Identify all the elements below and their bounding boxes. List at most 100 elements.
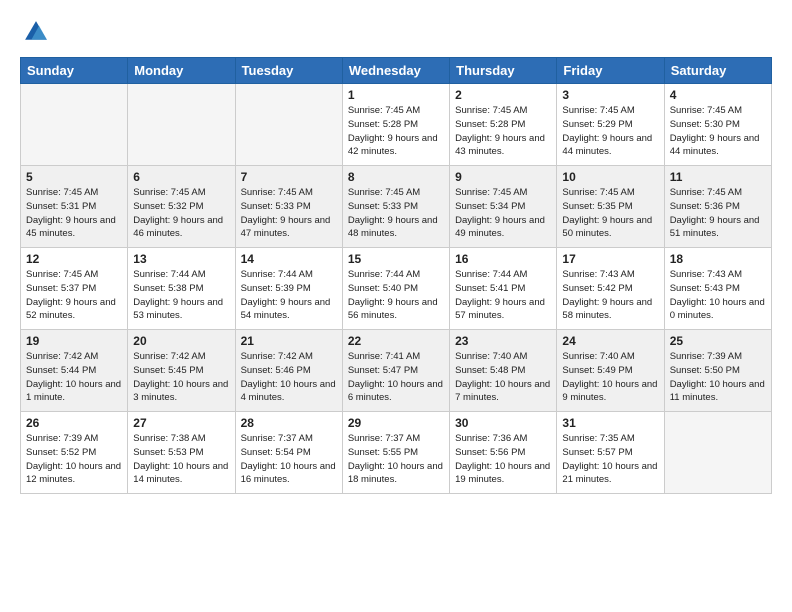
week-row-1: 1 Sunrise: 7:45 AMSunset: 5:28 PMDaylight… — [21, 84, 772, 166]
week-row-2: 5 Sunrise: 7:45 AMSunset: 5:31 PMDaylight… — [21, 166, 772, 248]
day-number: 2 — [455, 88, 551, 102]
weekday-header-friday: Friday — [557, 58, 664, 84]
calendar-cell — [21, 84, 128, 166]
calendar-cell: 27Sunrise: 7:38 AMSunset: 5:53 PMDayligh… — [128, 412, 235, 494]
week-row-4: 19 Sunrise: 7:42 AMSunset: 5:44 PMDayligh… — [21, 330, 772, 412]
calendar-cell: 20Sunrise: 7:42 AMSunset: 5:45 PMDayligh… — [128, 330, 235, 412]
day-number: 29 — [348, 416, 444, 430]
day-number: 11 — [670, 170, 766, 184]
calendar-cell — [128, 84, 235, 166]
day-info: Sunrise: 7:38 AMSunset: 5:53 PMDaylight:… — [133, 432, 229, 487]
day-info: Sunrise: 7:45 AMSunset: 5:28 PMDaylight:… — [348, 104, 444, 159]
day-number: 30 — [455, 416, 551, 430]
day-info: Sunrise: 7:36 AMSunset: 5:56 PMDaylight:… — [455, 432, 551, 487]
weekday-header-tuesday: Tuesday — [235, 58, 342, 84]
calendar-cell: 14Sunrise: 7:44 AMSunset: 5:39 PMDayligh… — [235, 248, 342, 330]
day-info: Sunrise: 7:43 AMSunset: 5:42 PMDaylight:… — [562, 268, 658, 323]
calendar-table: SundayMondayTuesdayWednesdayThursdayFrid… — [20, 57, 772, 494]
logo-icon — [22, 18, 50, 46]
calendar-cell: 9 Sunrise: 7:45 AMSunset: 5:34 PMDaylight… — [450, 166, 557, 248]
calendar-cell: 3Sunrise: 7:45 AMSunset: 5:29 PMDaylight… — [557, 84, 664, 166]
weekday-header-saturday: Saturday — [664, 58, 771, 84]
day-number: 5 — [26, 170, 122, 184]
weekday-header-row: SundayMondayTuesdayWednesdayThursdayFrid… — [21, 58, 772, 84]
calendar-cell: 12 Sunrise: 7:45 AMSunset: 5:37 PMDayligh… — [21, 248, 128, 330]
calendar-cell: 31 Sunrise: 7:35 AMSunset: 5:57 PMDayligh… — [557, 412, 664, 494]
day-number: 15 — [348, 252, 444, 266]
day-info: Sunrise: 7:45 AMSunset: 5:33 PMDaylight:… — [348, 186, 444, 241]
day-info: Sunrise: 7:44 AMSunset: 5:41 PMDaylight:… — [455, 268, 551, 323]
day-number: 21 — [241, 334, 337, 348]
day-number: 28 — [241, 416, 337, 430]
day-number: 23 — [455, 334, 551, 348]
day-number: 16 — [455, 252, 551, 266]
day-info: Sunrise: 7:45 AMSunset: 5:35 PMDaylight:… — [562, 186, 658, 241]
day-info: Sunrise: 7:43 AMSunset: 5:43 PMDaylight:… — [670, 268, 766, 323]
day-number: 12 — [26, 252, 122, 266]
day-info: Sunrise: 7:39 AMSunset: 5:50 PMDaylight:… — [670, 350, 766, 405]
calendar-cell: 2 Sunrise: 7:45 AMSunset: 5:28 PMDaylight… — [450, 84, 557, 166]
day-info: Sunrise: 7:45 AMSunset: 5:34 PMDaylight:… — [455, 186, 551, 241]
day-number: 6 — [133, 170, 229, 184]
calendar-cell: 4Sunrise: 7:45 AMSunset: 5:30 PMDaylight… — [664, 84, 771, 166]
day-info: Sunrise: 7:42 AMSunset: 5:44 PMDaylight:… — [26, 350, 122, 405]
day-info: Sunrise: 7:37 AMSunset: 5:54 PMDaylight:… — [241, 432, 337, 487]
day-number: 25 — [670, 334, 766, 348]
day-info: Sunrise: 7:45 AMSunset: 5:32 PMDaylight:… — [133, 186, 229, 241]
day-info: Sunrise: 7:40 AMSunset: 5:48 PMDaylight:… — [455, 350, 551, 405]
day-info: Sunrise: 7:35 AMSunset: 5:57 PMDaylight:… — [562, 432, 658, 487]
weekday-header-monday: Monday — [128, 58, 235, 84]
calendar-cell: 6 Sunrise: 7:45 AMSunset: 5:32 PMDaylight… — [128, 166, 235, 248]
day-number: 22 — [348, 334, 444, 348]
header — [20, 18, 772, 51]
day-number: 26 — [26, 416, 122, 430]
day-number: 1 — [348, 88, 444, 102]
day-info: Sunrise: 7:44 AMSunset: 5:39 PMDaylight:… — [241, 268, 337, 323]
calendar-cell: 1 Sunrise: 7:45 AMSunset: 5:28 PMDaylight… — [342, 84, 449, 166]
calendar-cell: 19 Sunrise: 7:42 AMSunset: 5:44 PMDayligh… — [21, 330, 128, 412]
calendar-cell: 28 Sunrise: 7:37 AMSunset: 5:54 PMDayligh… — [235, 412, 342, 494]
calendar-cell — [235, 84, 342, 166]
calendar-cell: 18 Sunrise: 7:43 AMSunset: 5:43 PMDayligh… — [664, 248, 771, 330]
day-info: Sunrise: 7:45 AMSunset: 5:28 PMDaylight:… — [455, 104, 551, 159]
calendar-cell: 23 Sunrise: 7:40 AMSunset: 5:48 PMDayligh… — [450, 330, 557, 412]
day-number: 13 — [133, 252, 229, 266]
day-info: Sunrise: 7:45 AMSunset: 5:30 PMDaylight:… — [670, 104, 766, 159]
calendar-cell: 25 Sunrise: 7:39 AMSunset: 5:50 PMDayligh… — [664, 330, 771, 412]
calendar-cell: 29 Sunrise: 7:37 AMSunset: 5:55 PMDayligh… — [342, 412, 449, 494]
calendar-cell: 30 Sunrise: 7:36 AMSunset: 5:56 PMDayligh… — [450, 412, 557, 494]
weekday-header-thursday: Thursday — [450, 58, 557, 84]
day-info: Sunrise: 7:44 AMSunset: 5:38 PMDaylight:… — [133, 268, 229, 323]
day-number: 19 — [26, 334, 122, 348]
calendar-cell: 7 Sunrise: 7:45 AMSunset: 5:33 PMDaylight… — [235, 166, 342, 248]
calendar-cell: 26 Sunrise: 7:39 AMSunset: 5:52 PMDayligh… — [21, 412, 128, 494]
day-number: 8 — [348, 170, 444, 184]
day-info: Sunrise: 7:45 AMSunset: 5:37 PMDaylight:… — [26, 268, 122, 323]
calendar-cell: 13 Sunrise: 7:44 AMSunset: 5:38 PMDayligh… — [128, 248, 235, 330]
day-number: 7 — [241, 170, 337, 184]
calendar-cell: 21Sunrise: 7:42 AMSunset: 5:46 PMDayligh… — [235, 330, 342, 412]
calendar-cell: 11 Sunrise: 7:45 AMSunset: 5:36 PMDayligh… — [664, 166, 771, 248]
day-number: 9 — [455, 170, 551, 184]
calendar-cell: 24Sunrise: 7:40 AMSunset: 5:49 PMDayligh… — [557, 330, 664, 412]
calendar-cell: 16 Sunrise: 7:44 AMSunset: 5:41 PMDayligh… — [450, 248, 557, 330]
calendar-cell: 15 Sunrise: 7:44 AMSunset: 5:40 PMDayligh… — [342, 248, 449, 330]
day-info: Sunrise: 7:39 AMSunset: 5:52 PMDaylight:… — [26, 432, 122, 487]
weekday-header-sunday: Sunday — [21, 58, 128, 84]
day-info: Sunrise: 7:45 AMSunset: 5:36 PMDaylight:… — [670, 186, 766, 241]
day-info: Sunrise: 7:37 AMSunset: 5:55 PMDaylight:… — [348, 432, 444, 487]
logo — [20, 18, 50, 51]
day-number: 31 — [562, 416, 658, 430]
day-info: Sunrise: 7:45 AMSunset: 5:33 PMDaylight:… — [241, 186, 337, 241]
day-number: 20 — [133, 334, 229, 348]
page: SundayMondayTuesdayWednesdayThursdayFrid… — [0, 0, 792, 508]
day-number: 24 — [562, 334, 658, 348]
day-number: 3 — [562, 88, 658, 102]
week-row-3: 12 Sunrise: 7:45 AMSunset: 5:37 PMDayligh… — [21, 248, 772, 330]
day-info: Sunrise: 7:41 AMSunset: 5:47 PMDaylight:… — [348, 350, 444, 405]
calendar-cell: 8 Sunrise: 7:45 AMSunset: 5:33 PMDaylight… — [342, 166, 449, 248]
day-number: 10 — [562, 170, 658, 184]
day-number: 18 — [670, 252, 766, 266]
day-info: Sunrise: 7:45 AMSunset: 5:31 PMDaylight:… — [26, 186, 122, 241]
day-info: Sunrise: 7:44 AMSunset: 5:40 PMDaylight:… — [348, 268, 444, 323]
